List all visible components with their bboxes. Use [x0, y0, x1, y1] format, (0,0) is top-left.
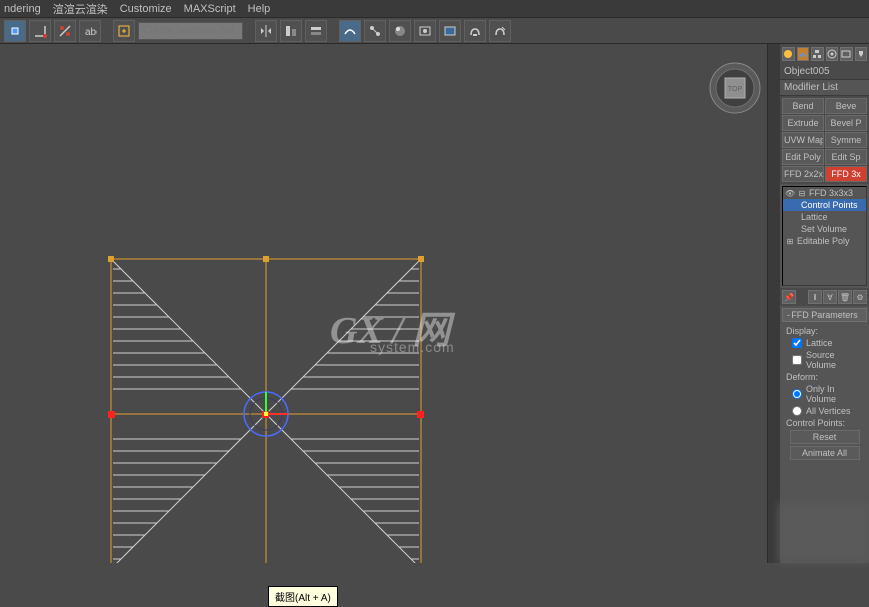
- angle-snap-icon[interactable]: [29, 20, 51, 42]
- modifier-buttons: Bend Beve Extrude Bevel P UVW Map Symme …: [780, 96, 869, 184]
- modifier-stack: 👁 ⊟ FFD 3x3x3 Control Points Lattice Set…: [782, 186, 867, 286]
- blurred-region: [779, 503, 869, 563]
- viewport-canvas: [0, 44, 760, 563]
- stack-control-points[interactable]: Control Points: [783, 199, 866, 211]
- display-label: Display:: [786, 326, 863, 336]
- remove-modifier-icon[interactable]: 🗑: [838, 290, 852, 304]
- lattice-checkbox[interactable]: [792, 338, 802, 348]
- mod-uvw-map[interactable]: UVW Map: [782, 132, 824, 148]
- menu-rendering[interactable]: ndering: [4, 3, 41, 15]
- svg-text:TOP: TOP: [728, 86, 743, 93]
- viewcube[interactable]: TOP: [709, 62, 761, 114]
- mod-edit-poly[interactable]: Edit Poly: [782, 149, 824, 165]
- expand-toggle-icon[interactable]: ⊞: [785, 237, 795, 246]
- stack-control-points-label: Control Points: [801, 200, 858, 210]
- animate-all-button[interactable]: Animate All: [790, 446, 860, 460]
- tooltip: 截图(Alt + A): [268, 586, 338, 607]
- deform-label: Deform:: [786, 372, 863, 382]
- command-panel: Object005 Modifier List Bend Beve Extrud…: [779, 44, 869, 563]
- mod-bevel[interactable]: Beve: [825, 98, 867, 114]
- render-frame-icon[interactable]: [439, 20, 461, 42]
- stack-ffd[interactable]: 👁 ⊟ FFD 3x3x3: [783, 187, 866, 199]
- menu-customize[interactable]: Customize: [120, 3, 172, 15]
- stack-lattice[interactable]: Lattice: [783, 211, 866, 223]
- create-tab-icon[interactable]: [782, 47, 795, 61]
- mod-ffd-2x2x2[interactable]: FFD 2x2x2: [782, 166, 824, 182]
- menu-cloud-render[interactable]: 渲渲云渲染: [53, 1, 108, 17]
- render-icon[interactable]: [464, 20, 486, 42]
- motion-tab-icon[interactable]: [826, 47, 839, 61]
- align-icon[interactable]: [280, 20, 302, 42]
- menu-maxscript[interactable]: MAXScript: [184, 3, 236, 15]
- spinner-snap-icon[interactable]: abc: [79, 20, 101, 42]
- mod-bend[interactable]: Bend: [782, 98, 824, 114]
- all-vertices-radio[interactable]: [792, 406, 802, 416]
- mod-ffd-3x3x3[interactable]: FFD 3x: [825, 166, 867, 182]
- only-in-volume-label: Only In Volume: [806, 384, 863, 404]
- hierarchy-tab-icon[interactable]: [811, 47, 824, 61]
- lattice-checkbox-label: Lattice: [806, 338, 833, 348]
- stack-editable-poly[interactable]: ⊞ Editable Poly: [783, 235, 866, 247]
- rollout-header[interactable]: FFD Parameters: [782, 308, 867, 322]
- control-points-label: Control Points:: [786, 418, 863, 428]
- source-volume-checkbox[interactable]: [792, 355, 802, 365]
- show-end-result-icon[interactable]: ‖: [808, 290, 822, 304]
- source-volume-checkbox-label: Source Volume: [806, 350, 863, 370]
- render-production-icon[interactable]: [489, 20, 511, 42]
- mirror-icon[interactable]: [255, 20, 277, 42]
- expand-toggle-icon[interactable]: ⊟: [797, 189, 807, 198]
- object-name-field[interactable]: Object005: [780, 64, 869, 80]
- mod-edit-spline[interactable]: Edit Sp: [825, 149, 867, 165]
- percent-snap-icon[interactable]: [54, 20, 76, 42]
- main-toolbar: abc: [0, 18, 869, 44]
- menu-help[interactable]: Help: [248, 3, 271, 15]
- mod-symmetry[interactable]: Symme: [825, 132, 867, 148]
- stack-ffd-label: FFD 3x3x3: [809, 188, 853, 198]
- utilities-tab-icon[interactable]: [855, 47, 868, 61]
- svg-text:abc: abc: [85, 27, 97, 38]
- schematic-view-icon[interactable]: [364, 20, 386, 42]
- viewport-scrollbar[interactable]: [767, 44, 779, 563]
- named-selection-edit-icon[interactable]: [113, 20, 135, 42]
- stack-lattice-label: Lattice: [801, 212, 828, 222]
- stack-tools: 📌 ‖ ∀ 🗑 ⚙: [780, 288, 869, 306]
- pin-stack-icon[interactable]: 📌: [782, 290, 796, 304]
- display-tab-icon[interactable]: [840, 47, 853, 61]
- menubar: ndering 渲渲云渲染 Customize MAXScript Help: [0, 0, 869, 18]
- stack-set-volume-label: Set Volume: [801, 224, 847, 234]
- curve-editor-icon[interactable]: [339, 20, 361, 42]
- configure-sets-icon[interactable]: ⚙: [853, 290, 867, 304]
- stack-editable-poly-label: Editable Poly: [797, 236, 850, 246]
- render-setup-icon[interactable]: [414, 20, 436, 42]
- stack-set-volume[interactable]: Set Volume: [783, 223, 866, 235]
- all-vertices-label: All Vertices: [806, 406, 851, 416]
- snap-toggle-icon[interactable]: [4, 20, 26, 42]
- eye-toggle-icon[interactable]: 👁: [785, 189, 795, 198]
- selection-set-dropdown[interactable]: [138, 22, 243, 40]
- layer-manager-icon[interactable]: [305, 20, 327, 42]
- mod-extrude[interactable]: Extrude: [782, 115, 824, 131]
- ffd-parameters-rollout: FFD Parameters Display: Lattice Source V…: [782, 308, 867, 464]
- viewport[interactable]: TOP GX / 网 system.com 截图(Alt + A): [0, 44, 779, 563]
- material-editor-icon[interactable]: [389, 20, 411, 42]
- only-in-volume-radio[interactable]: [792, 389, 802, 399]
- panel-tabs: [780, 44, 869, 64]
- modify-tab-icon[interactable]: [797, 47, 810, 61]
- mod-bevel-profile[interactable]: Bevel P: [825, 115, 867, 131]
- modifier-list-dropdown[interactable]: Modifier List: [780, 80, 869, 96]
- reset-button[interactable]: Reset: [790, 430, 860, 444]
- make-unique-icon[interactable]: ∀: [823, 290, 837, 304]
